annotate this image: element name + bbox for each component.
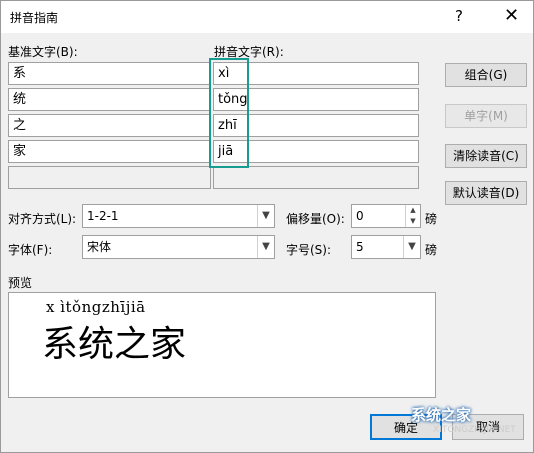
base-cell-4[interactable]: 家 <box>8 140 211 163</box>
align-select[interactable]: 1-2-1 ▼ <box>82 204 275 228</box>
watermark-url: XITONGZHIJIA.NET <box>433 425 516 435</box>
phonetic-guide-dialog: 拼音指南 ? ✕ 基准文字(B): 拼音文字(R): 系 统 之 家 xì tǒ… <box>0 0 534 453</box>
size-select[interactable]: 5 ▼ <box>351 235 421 259</box>
clear-reading-button[interactable]: 清除读音(C) <box>445 144 527 168</box>
chevron-down-icon[interactable]: ▼ <box>257 236 274 258</box>
combine-button[interactable]: 组合(G) <box>445 63 527 87</box>
watermark-logo: 系统之家 <box>411 406 472 424</box>
pinyin-text-label: 拼音文字(R): <box>214 45 284 59</box>
font-value: 宋体 <box>87 240 112 254</box>
chevron-down-icon[interactable]: ▼ <box>257 205 274 227</box>
pinyin-cell-5 <box>213 166 419 189</box>
close-icon[interactable]: ✕ <box>504 5 519 26</box>
base-cell-2[interactable]: 统 <box>8 88 211 111</box>
window-title: 拼音指南 <box>10 11 59 25</box>
pinyin-cell-3[interactable]: zhī <box>213 114 419 137</box>
base-cell-3[interactable]: 之 <box>8 114 211 137</box>
size-unit: 磅 <box>425 243 438 257</box>
offset-value: 0 <box>356 209 364 223</box>
single-button[interactable]: 单字(M) <box>445 104 527 128</box>
pinyin-cell-4[interactable]: jiā <box>213 140 419 163</box>
offset-unit: 磅 <box>425 212 438 226</box>
default-reading-button[interactable]: 默认读音(D) <box>445 181 527 205</box>
base-text-label: 基准文字(B): <box>8 45 78 59</box>
spin-up-down-icon[interactable]: ▲ ▼ <box>405 205 420 227</box>
pinyin-cell-2[interactable]: tǒng <box>213 88 419 111</box>
base-cell-5 <box>8 166 211 189</box>
offset-label: 偏移量(O): <box>286 212 345 226</box>
pinyin-cell-1[interactable]: xì <box>213 62 419 85</box>
size-value: 5 <box>356 240 364 254</box>
preview-text: 系统之家 <box>42 324 187 365</box>
offset-spinner[interactable]: 0 ▲ ▼ <box>351 204 421 228</box>
align-label: 对齐方式(L): <box>8 212 77 226</box>
size-label: 字号(S): <box>286 243 332 257</box>
preview-label: 预览 <box>8 276 33 290</box>
align-value: 1-2-1 <box>87 209 119 223</box>
font-label: 字体(F): <box>8 243 53 257</box>
chevron-down-icon[interactable]: ▼ <box>403 236 420 258</box>
help-icon[interactable]: ? <box>455 7 463 25</box>
base-cell-1[interactable]: 系 <box>8 62 211 85</box>
preview-panel: x ìtǒngzhījiā 系统之家 <box>8 292 436 398</box>
title-bar: 拼音指南 ? ✕ <box>1 1 533 33</box>
font-select[interactable]: 宋体 ▼ <box>82 235 275 259</box>
preview-pinyin: x ìtǒngzhījiā <box>46 298 146 316</box>
